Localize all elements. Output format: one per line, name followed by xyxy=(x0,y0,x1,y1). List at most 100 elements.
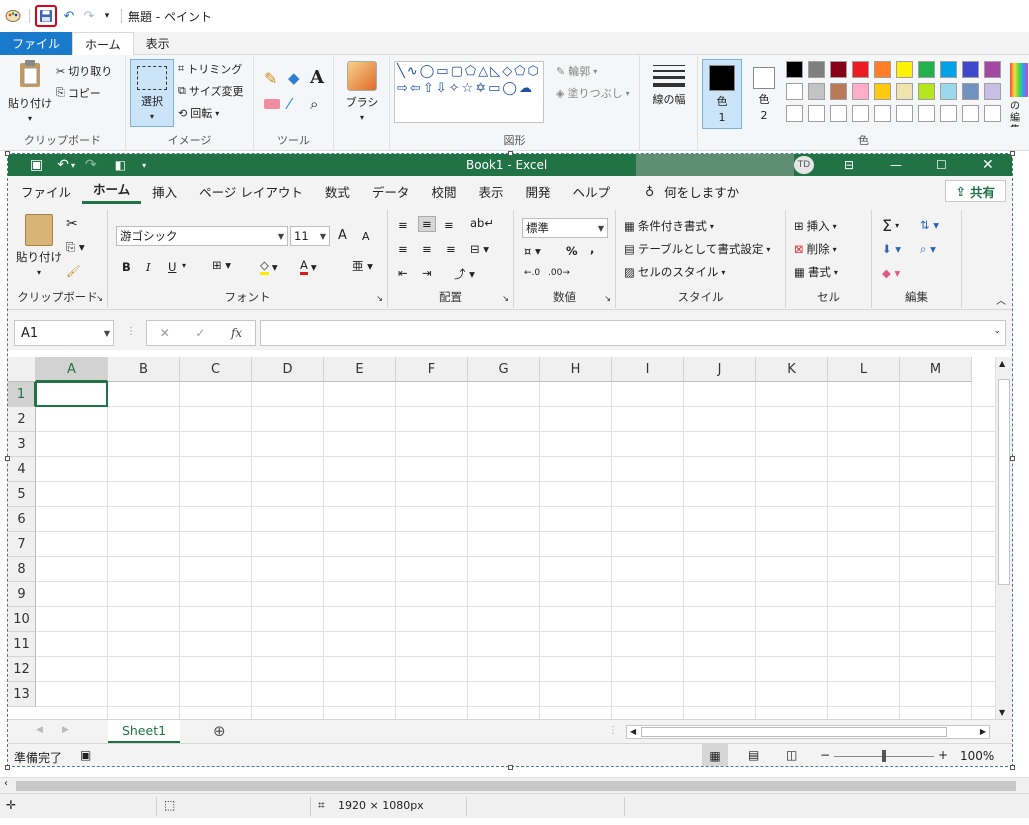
color-swatch[interactable] xyxy=(918,61,935,78)
diamond-shape-icon[interactable]: ◇ xyxy=(502,64,512,79)
scroll-left-icon[interactable]: ‹ xyxy=(4,778,8,789)
color-swatch[interactable] xyxy=(962,61,979,78)
pentagon-shape-icon[interactable]: ⬠ xyxy=(514,64,525,79)
color-swatch[interactable] xyxy=(808,83,825,100)
canvas-excel-image[interactable]: ▣ ↶ ▾ ↷ ◧ ▾ Book1 - Excel TD ⊟ — ☐ ✕ ファイ… xyxy=(7,153,1013,767)
row-header: 3 xyxy=(8,432,36,457)
color-swatch[interactable] xyxy=(852,105,869,122)
rect-shape-icon[interactable]: ▭ xyxy=(436,64,448,79)
eraser-icon[interactable] xyxy=(264,99,280,109)
select-button[interactable]: 選択 ▾ xyxy=(130,59,174,127)
text-tool-icon[interactable]: A xyxy=(310,67,324,88)
color-picker-icon[interactable]: ⁄ xyxy=(288,95,291,113)
color-swatch[interactable] xyxy=(786,83,803,100)
color-swatch[interactable] xyxy=(918,105,935,122)
color-swatch[interactable] xyxy=(830,83,847,100)
separator xyxy=(624,797,625,816)
callout-oval-shape-icon[interactable]: ◯ xyxy=(502,81,517,96)
oval-shape-icon[interactable]: ◯ xyxy=(420,64,435,79)
hexagon-shape-icon[interactable]: ⬡ xyxy=(528,64,539,79)
save-button[interactable] xyxy=(35,5,57,27)
color-swatch[interactable] xyxy=(940,105,957,122)
color-swatch[interactable] xyxy=(808,61,825,78)
color-swatch[interactable] xyxy=(984,83,1001,100)
color-swatch[interactable] xyxy=(874,61,891,78)
tab-home[interactable]: ホーム xyxy=(72,32,134,55)
color-swatch[interactable] xyxy=(830,61,847,78)
up-arrow-shape-icon[interactable]: ⇧ xyxy=(423,81,434,96)
color-swatch[interactable] xyxy=(874,105,891,122)
scroll-thumb[interactable] xyxy=(16,781,1016,791)
down-arrow-shape-icon[interactable]: ⇩ xyxy=(436,81,447,96)
undo-icon[interactable]: ↶ xyxy=(59,5,79,27)
excel-alignment-group: ≡ ≡ ≡ ab↵ ≡ ≡ ≡ ⊟ ▾ ⇤ ⇥ ⤴ ▾ 配置 ↘ xyxy=(388,210,514,308)
outline-button[interactable]: ✎ 輪郭 ▾ xyxy=(556,63,597,79)
edit-colors-label[interactable]: 色の編集 xyxy=(1010,99,1028,127)
right-arrow-shape-icon[interactable]: ⇨ xyxy=(397,81,408,96)
color-swatch[interactable] xyxy=(962,105,979,122)
resize-handle[interactable] xyxy=(1010,765,1015,770)
line-shape-icon[interactable]: ╲ xyxy=(397,64,405,79)
color-swatch[interactable] xyxy=(874,83,891,100)
fill-button[interactable]: ◈ 塗りつぶし ▾ xyxy=(556,85,630,101)
paste-button[interactable]: 貼り付け ▾ xyxy=(8,59,52,123)
right-triangle-shape-icon[interactable]: ◺ xyxy=(490,64,500,79)
color-swatch[interactable] xyxy=(940,83,957,100)
redo-icon[interactable]: ↷ xyxy=(79,5,99,27)
edit-colors-icon[interactable] xyxy=(1010,63,1028,97)
resize-handle[interactable] xyxy=(508,151,513,156)
resize-handle[interactable] xyxy=(5,765,10,770)
row-header: 4 xyxy=(8,457,36,482)
polygon-shape-icon[interactable]: ⬠ xyxy=(465,64,476,79)
color-swatch[interactable] xyxy=(984,61,1001,78)
pencil-icon[interactable]: ✎ xyxy=(264,69,277,88)
tab-view[interactable]: 表示 xyxy=(134,32,182,55)
color-swatch[interactable] xyxy=(896,83,913,100)
color-swatch[interactable] xyxy=(896,105,913,122)
resize-handle[interactable] xyxy=(1010,456,1015,461)
color-swatch[interactable] xyxy=(786,61,803,78)
tab-file[interactable]: ファイル xyxy=(0,32,73,55)
color-swatch[interactable] xyxy=(830,105,847,122)
color-swatch[interactable] xyxy=(918,83,935,100)
magnifier-icon[interactable]: ⌕ xyxy=(310,95,318,113)
color-swatch[interactable] xyxy=(852,83,869,100)
color-swatch[interactable] xyxy=(786,105,803,122)
callout-rect-shape-icon[interactable]: ▭ xyxy=(488,81,500,96)
resize-handle[interactable] xyxy=(508,765,513,770)
resize-handle[interactable] xyxy=(5,151,10,156)
color-swatch[interactable] xyxy=(852,61,869,78)
excel-clipboard-group: 貼り付け ▾ ✂ ⎘ ▾ 🖌 クリップボード ↘ xyxy=(8,210,108,308)
crop-button[interactable]: ⌗ トリミング xyxy=(178,61,242,77)
paint-horizontal-scrollbar[interactable]: ‹ xyxy=(0,777,1029,793)
rounded-rect-shape-icon[interactable]: ▢ xyxy=(451,64,463,79)
line-width-button[interactable]: 線の幅 xyxy=(648,65,690,107)
rotate-button[interactable]: ⟲ 回転 ▾ xyxy=(178,105,219,121)
resize-handle[interactable] xyxy=(1010,151,1015,156)
chevron-down-icon: ▾ xyxy=(832,221,837,231)
curve-shape-icon[interactable]: ∿ xyxy=(407,64,418,79)
customize-quick-access-icon[interactable]: ▾ xyxy=(99,5,115,27)
color-swatch[interactable] xyxy=(940,61,957,78)
copy-button[interactable]: ⎘ コピー xyxy=(56,85,101,101)
color-swatch[interactable] xyxy=(808,105,825,122)
left-arrow-shape-icon[interactable]: ⇦ xyxy=(410,81,421,96)
color-swatch[interactable] xyxy=(984,105,1001,122)
star6-shape-icon[interactable]: ✡ xyxy=(475,81,486,96)
fill-bucket-icon[interactable]: ◆ xyxy=(288,69,300,87)
shapes-gallery[interactable]: ╲ ∿ ◯ ▭ ▢ ⬠ △ ◺ ◇ ⬠ ⬡ ⇨ ⇦ ⇧ ⇩ ✧ ☆ ✡ ▭ ◯ ☁ xyxy=(394,61,544,123)
color1-button[interactable]: 色 1 xyxy=(702,59,742,129)
color2-button[interactable]: 色 2 xyxy=(746,59,782,129)
next-sheet-icon: ▶ xyxy=(62,725,69,735)
resize-handle[interactable] xyxy=(5,456,10,461)
star5-shape-icon[interactable]: ☆ xyxy=(462,81,474,96)
color-swatch[interactable] xyxy=(896,61,913,78)
cloud-shape-icon[interactable]: ☁ xyxy=(519,81,532,96)
star4-shape-icon[interactable]: ✧ xyxy=(449,81,460,96)
brush-button[interactable]: ブラシ ▾ xyxy=(340,61,384,122)
color-swatch[interactable] xyxy=(962,83,979,100)
resize-button[interactable]: ⧉ サイズ変更 xyxy=(178,83,244,99)
number-format-value: 標準 xyxy=(526,221,549,235)
triangle-shape-icon[interactable]: △ xyxy=(478,64,488,79)
cut-button[interactable]: ✂ 切り取り xyxy=(56,63,112,79)
